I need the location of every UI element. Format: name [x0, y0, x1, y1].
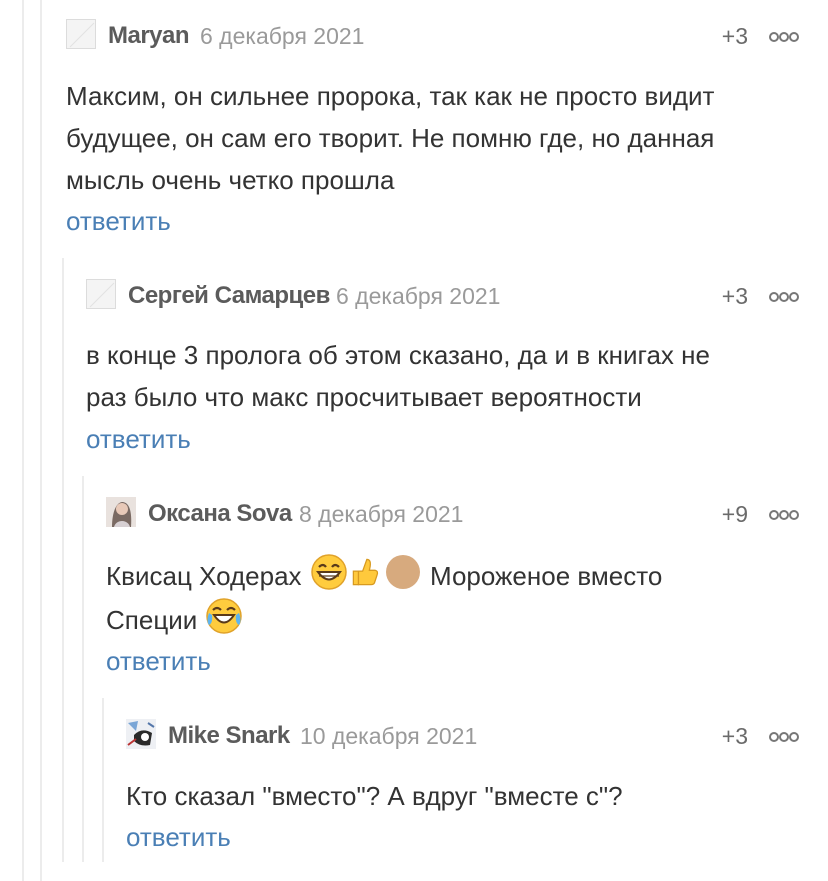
author-name[interactable]: Maryan: [108, 22, 190, 50]
reply-link[interactable]: ответить: [106, 646, 211, 677]
reply-link[interactable]: ответить: [126, 822, 231, 853]
comment-mike-snark: Mike Snark 10 декабря 2021 +3 Кто сказал…: [126, 719, 806, 859]
comment-date[interactable]: 10 декабря 2021: [300, 723, 477, 750]
comment-maryan: Maryan 6 декабря 2021 +3 Максим, он силь…: [66, 19, 806, 239]
comment-date[interactable]: 6 декабря 2021: [336, 283, 500, 310]
avatar[interactable]: [66, 19, 96, 49]
comment-date[interactable]: 8 декабря 2021: [299, 501, 463, 528]
reply-link[interactable]: ответить: [86, 424, 191, 455]
more-options-icon[interactable]: [769, 510, 799, 520]
comment-header: Сергей Самарцев 6 декабря 2021 +3: [86, 279, 806, 315]
user-drawing-avatar-icon: [126, 719, 156, 749]
crying-laughing-emoji: [206, 598, 243, 634]
more-options-icon[interactable]: [769, 292, 799, 302]
comment-oksana-sova: Оксана Sova 8 декабря 2021 +9 Квисац Ход…: [106, 497, 806, 687]
user-photo-icon: [106, 497, 136, 527]
comment-header: Maryan 6 декабря 2021 +3: [66, 19, 806, 55]
comment-rating: +9: [721, 501, 748, 527]
default-avatar-icon: [67, 20, 95, 48]
more-options-icon[interactable]: [769, 732, 799, 742]
thread-line-level-3: [82, 476, 84, 862]
comment-header: Mike Snark 10 декабря 2021 +3: [126, 719, 806, 755]
comment-sergey-samartsev: Сергей Самарцев 6 декабря 2021 +3 в конц…: [86, 279, 806, 459]
comment-text: Квисац Ходерах Мороженое вместо Специи: [106, 553, 806, 641]
comment-text: Максим, он сильнее пророка, так как не п…: [66, 81, 715, 195]
comment-rating: +3: [721, 23, 748, 49]
thread-line-level-1: [40, 0, 42, 881]
grinning-face-emoji: [311, 554, 347, 590]
thread-line-level-0: [22, 0, 24, 881]
comment-text: Кто сказал "вместо"? А вдруг "вместе с"?: [126, 781, 623, 811]
avatar[interactable]: [86, 279, 116, 309]
comment-date[interactable]: 6 декабря 2021: [200, 23, 364, 50]
comment-text: в конце 3 пролога об этом сказано, да и …: [86, 340, 710, 412]
thread-line-level-2: [62, 258, 64, 862]
avatar[interactable]: [106, 497, 136, 527]
thread-line-level-4: [102, 698, 104, 862]
author-name[interactable]: Оксана Sova: [148, 500, 292, 528]
comment-rating: +3: [721, 283, 748, 309]
more-options-icon[interactable]: [769, 32, 799, 42]
beige-circle-emoji: [385, 555, 420, 589]
comment-rating: +3: [721, 723, 748, 749]
avatar[interactable]: [126, 719, 156, 749]
author-name[interactable]: Сергей Самарцев: [128, 282, 330, 310]
reply-link[interactable]: ответить: [66, 206, 171, 237]
comment-header: Оксана Sova 8 декабря 2021 +9: [106, 497, 806, 533]
thumbs-up-emoji: [352, 558, 378, 586]
author-name[interactable]: Mike Snark: [168, 722, 290, 750]
default-avatar-icon: [87, 280, 115, 308]
